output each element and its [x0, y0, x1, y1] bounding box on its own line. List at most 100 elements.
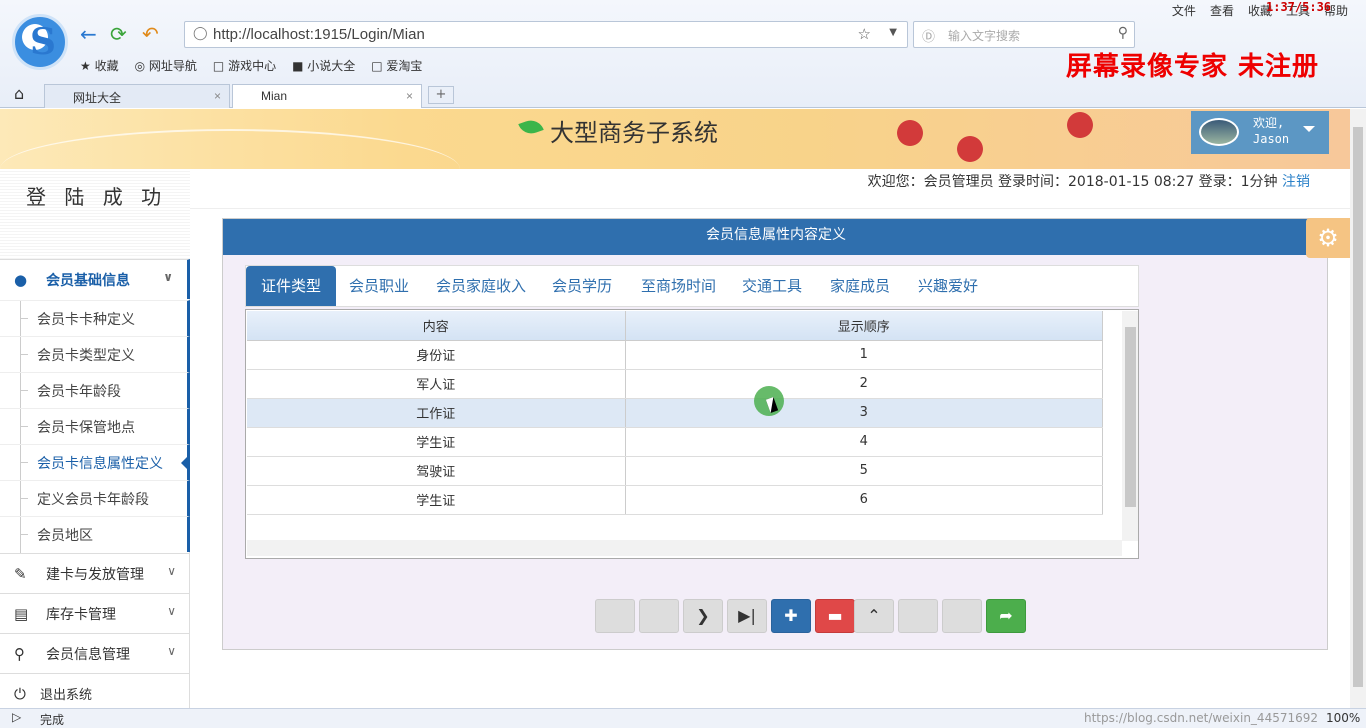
first-page-button[interactable] — [595, 599, 635, 633]
bookmark-taobao[interactable]: □ 爱淘宝 — [371, 57, 422, 74]
sidebar-item-card-type[interactable]: 会员卡类型定义 — [0, 336, 190, 373]
next-page-button[interactable]: ❯ — [683, 599, 723, 633]
table-row-selected[interactable]: 工作证 3 — [247, 398, 1103, 428]
address-bar[interactable]: ◯ http://localhost:1915/Login/Mian ☆ ▼ — [184, 21, 908, 48]
tab-url-list[interactable]: 网址大全 × — [44, 84, 230, 108]
menu-file[interactable]: 文件 — [1172, 2, 1196, 19]
sidebar-section-stock[interactable]: ▤ 库存卡管理 ∨ — [0, 593, 190, 633]
tab-education[interactable]: 会员学历 — [537, 266, 627, 306]
cell-order: 2 — [625, 369, 1103, 399]
login-info: 欢迎您：会员管理员 登录时间：2018-01-15 08:27 登录：1分钟 注… — [868, 171, 1310, 191]
bookmark-novels[interactable]: ■ 小说大全 — [292, 57, 355, 74]
tab-label: 网址大全 — [73, 91, 122, 105]
sidebar-item-card-age[interactable]: 会员卡年龄段 — [0, 372, 190, 409]
login-status: 登 陆 成 功 — [0, 169, 190, 261]
user-menu[interactable]: 欢迎, Jason — [1191, 111, 1329, 154]
add-button[interactable]: ✚ — [771, 599, 811, 633]
item-label: 会员地区 — [37, 528, 93, 544]
cell-order: 3 — [625, 398, 1103, 428]
refresh-icon[interactable]: ⟳ — [110, 22, 127, 46]
back-icon[interactable]: ← — [80, 22, 97, 46]
tab-label: Mian — [261, 89, 288, 103]
zoom-level[interactable]: 100% — [1326, 711, 1360, 725]
sidebar-item-card-info-attr[interactable]: 会员卡信息属性定义 — [0, 444, 190, 481]
sidebar-toggle-icon[interactable]: ▷ — [12, 710, 21, 724]
sidebar-section-member-manage[interactable]: ⚲ 会员信息管理 ∨ — [0, 633, 190, 673]
bookmark-label: 游戏中心 — [228, 59, 277, 73]
sidebar-item-card-kind[interactable]: 会员卡卡种定义 — [0, 300, 190, 337]
sidebar-section-card-issue[interactable]: ✎ 建卡与发放管理 ∨ — [0, 553, 190, 593]
share-button[interactable]: ➦ — [986, 599, 1026, 633]
address-text[interactable]: http://localhost:1915/Login/Mian — [213, 26, 425, 43]
column-header-content[interactable]: 内容 — [247, 311, 626, 341]
table-row[interactable]: 学生证 4 — [247, 427, 1103, 457]
table-row[interactable]: 学生证 6 — [247, 485, 1103, 515]
search-engine-icon: Ⓓ — [922, 30, 936, 45]
menu-view[interactable]: 查看 — [1210, 2, 1234, 19]
user-greeting: 欢迎, Jason — [1253, 115, 1289, 147]
bookmark-games[interactable]: □ 游戏中心 — [213, 57, 276, 74]
home-icon[interactable]: ⌂ — [14, 84, 24, 103]
move-down-button[interactable] — [898, 599, 938, 633]
browser-logo: S — [12, 14, 68, 70]
gear-icon[interactable]: ⚙ — [1306, 218, 1350, 258]
scrollbar-thumb[interactable] — [1125, 327, 1136, 507]
maple-leaf — [880, 103, 940, 163]
logout-link[interactable]: 注销 — [1282, 174, 1310, 190]
move-up-button[interactable]: ⌃ — [854, 599, 894, 633]
grid-vscrollbar[interactable] — [1122, 311, 1138, 541]
close-icon[interactable]: × — [214, 89, 221, 103]
shield-icon: ◯ — [193, 26, 208, 41]
page-scrollbar[interactable] — [1350, 109, 1366, 708]
grid-hscrollbar[interactable] — [247, 540, 1122, 556]
column-header-order[interactable]: 显示顺序 — [625, 311, 1103, 341]
grid-table: 内容 显示顺序 身份证 1 军人证 2 工作证 3 学生证 4 驾驶证 5 学生证 6 — [247, 311, 1103, 515]
sidebar-item-region[interactable]: 会员地区 — [0, 516, 190, 553]
search-placeholder[interactable]: 输入文字搜索 — [948, 27, 1020, 44]
new-tab-button[interactable]: + — [428, 86, 454, 104]
caret-down-icon[interactable] — [1303, 126, 1315, 138]
search-box[interactable]: Ⓓ 输入文字搜索 ⚲ — [913, 21, 1135, 48]
chevron-down-icon: ∨ — [167, 644, 176, 658]
close-icon[interactable]: × — [406, 89, 413, 103]
sidebar-item-define-age[interactable]: 定义会员卡年龄段 — [0, 480, 190, 517]
panel-title: 会员信息属性内容定义 — [223, 219, 1329, 255]
tab-family[interactable]: 家庭成员 — [815, 266, 905, 306]
sidebar-exit[interactable]: ⏻ 退出系统 — [0, 673, 190, 713]
data-grid: 内容 显示顺序 身份证 1 军人证 2 工作证 3 学生证 4 驾驶证 5 学生证 6 — [245, 309, 1139, 559]
sidebar-section-member-basic[interactable]: ● 会员基础信息 ∨ — [0, 259, 190, 299]
sidebar-item-card-storage[interactable]: 会员卡保管地点 — [0, 408, 190, 445]
delete-button[interactable]: ▬ — [815, 599, 855, 633]
system-title: 大型商务子系统 — [550, 119, 718, 147]
bookmark-nav[interactable]: ◎ 网址导航 — [135, 57, 197, 74]
tab-mian[interactable]: Mian × — [232, 84, 422, 108]
dropdown-icon[interactable]: ▼ — [889, 27, 897, 38]
tab-id-type[interactable]: 证件类型 — [246, 266, 337, 306]
undo-icon[interactable]: ↶ — [142, 22, 159, 46]
cell-content: 驾驶证 — [247, 456, 626, 486]
tab-mall-time[interactable]: 至商场时间 — [626, 266, 731, 306]
status-text: 完成 — [40, 713, 65, 727]
bookmark-label: 网址导航 — [148, 59, 197, 73]
prev-page-button[interactable] — [639, 599, 679, 633]
table-row[interactable]: 驾驶证 5 — [247, 456, 1103, 486]
table-row[interactable]: 军人证 2 — [247, 369, 1103, 399]
last-page-button[interactable]: ▶| — [727, 599, 767, 633]
cell-order: 5 — [625, 456, 1103, 486]
bookmark-favorites[interactable]: ★ 收藏 — [80, 57, 119, 74]
cell-order: 4 — [625, 427, 1103, 457]
cell-content: 学生证 — [247, 427, 626, 457]
table-row[interactable]: 身份证 1 — [247, 340, 1103, 370]
tab-hobby[interactable]: 兴趣爱好 — [903, 266, 993, 306]
scrollbar-thumb[interactable] — [1353, 127, 1363, 687]
tab-occupation[interactable]: 会员职业 — [334, 266, 424, 306]
user-icon: ● — [14, 271, 28, 289]
search-icon[interactable]: ⚲ — [1118, 25, 1128, 41]
tab-income[interactable]: 会员家庭收入 — [421, 266, 541, 306]
edit-icon: ✎ — [14, 565, 27, 583]
tab-transport[interactable]: 交通工具 — [727, 266, 817, 306]
bookmark-label: 收藏 — [94, 59, 119, 73]
cell-order: 1 — [625, 340, 1103, 370]
refresh-button[interactable] — [942, 599, 982, 633]
star-icon[interactable]: ☆ — [858, 25, 871, 43]
